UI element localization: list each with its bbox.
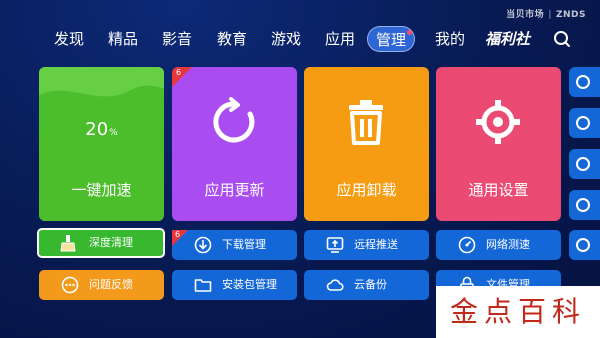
side-item-4[interactable] xyxy=(569,190,600,220)
brand-separator: | xyxy=(548,10,552,20)
speedup-label: 一键加速 xyxy=(71,181,132,199)
side-item-icon xyxy=(576,238,590,252)
app-uninstall-tile[interactable]: 应用卸载 xyxy=(304,67,429,221)
gear-icon xyxy=(476,100,520,144)
app-uninstall-label: 应用卸载 xyxy=(336,181,397,199)
refresh-icon xyxy=(213,97,255,143)
broom-icon xyxy=(60,235,76,252)
pkg-mgmt-label: 安装包管理 xyxy=(222,278,277,291)
cloud-backup-button[interactable]: 云备份 xyxy=(304,270,429,300)
tab-games[interactable]: 游戏 xyxy=(271,26,301,52)
deep-clean-label: 深度清理 xyxy=(89,236,133,249)
speedup-tile[interactable]: 20% 一键加速 xyxy=(39,67,164,221)
tab-featured[interactable]: 精品 xyxy=(108,26,138,52)
feedback-label: 问题反馈 xyxy=(89,278,133,291)
speed-percent-unit: % xyxy=(109,128,118,138)
watermark: 金点百科 xyxy=(436,286,600,338)
brand-logo: 当贝市场 | ZNDS xyxy=(506,7,586,20)
side-item-3[interactable] xyxy=(569,149,600,179)
tab-video[interactable]: 影音 xyxy=(162,26,192,52)
feedback-button[interactable]: 问题反馈 xyxy=(39,270,164,300)
download-mgmt-label: 下载管理 xyxy=(222,238,266,251)
side-item-icon xyxy=(576,198,590,212)
remote-push-label: 远程推送 xyxy=(354,238,398,251)
pkg-mgmt-button[interactable]: 安装包管理 xyxy=(172,270,297,300)
folder-icon xyxy=(194,279,212,292)
net-speed-button[interactable]: 网络测速 xyxy=(436,230,561,260)
tab-mine[interactable]: 我的 xyxy=(435,26,465,52)
notification-dot xyxy=(407,30,413,35)
tab-welfare[interactable]: 福利社 xyxy=(485,26,530,52)
tab-apps[interactable]: 应用 xyxy=(325,26,355,52)
brand-store-name: 当贝市场 xyxy=(506,10,545,20)
app-update-label: 应用更新 xyxy=(204,181,265,199)
update-badge xyxy=(172,67,192,87)
download-badge-count: 6 xyxy=(175,230,181,239)
cloud-icon xyxy=(326,279,344,291)
search-icon[interactable] xyxy=(552,29,572,49)
deep-clean-button[interactable]: 深度清理 xyxy=(37,228,165,258)
trash-icon xyxy=(349,100,383,145)
download-mgmt-button[interactable]: 6 下载管理 xyxy=(172,230,297,260)
side-item-icon xyxy=(576,116,590,130)
tab-manage[interactable]: 管理 xyxy=(367,26,416,52)
tab-manage-label: 管理 xyxy=(376,31,407,49)
speed-percent: 20% xyxy=(39,119,164,140)
net-speed-label: 网络测速 xyxy=(486,238,530,251)
side-item-icon xyxy=(576,157,590,171)
settings-tile[interactable]: 通用设置 xyxy=(436,67,561,221)
cloud-backup-label: 云备份 xyxy=(354,278,387,291)
more-circle-icon xyxy=(61,276,79,294)
app-update-tile[interactable]: 6 应用更新 xyxy=(172,67,297,221)
speed-percent-value: 20 xyxy=(85,119,109,140)
brand-znds: ZNDS xyxy=(555,10,586,20)
update-badge-count: 6 xyxy=(176,68,182,77)
side-item-1[interactable] xyxy=(569,67,600,97)
tab-education[interactable]: 教育 xyxy=(217,26,247,52)
side-item-5[interactable] xyxy=(569,230,600,260)
side-item-2[interactable] xyxy=(569,108,600,138)
settings-label: 通用设置 xyxy=(468,181,529,199)
remote-push-button[interactable]: 远程推送 xyxy=(304,230,429,260)
tab-discover[interactable]: 发现 xyxy=(54,26,84,52)
speedometer-icon xyxy=(458,236,476,254)
side-item-icon xyxy=(576,75,590,89)
download-icon xyxy=(194,236,212,254)
screen-push-icon xyxy=(326,237,344,253)
